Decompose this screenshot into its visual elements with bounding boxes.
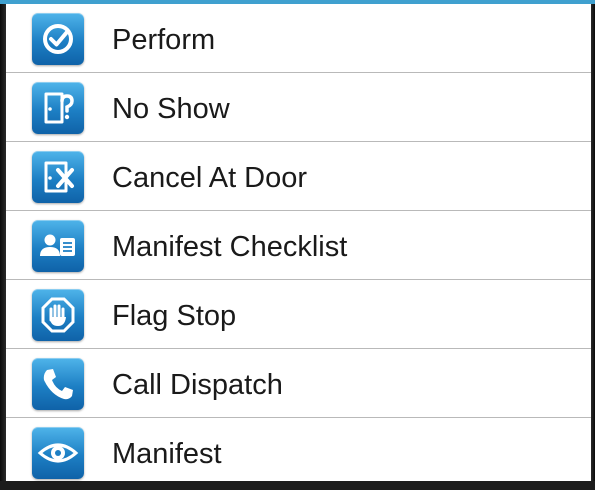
- menu-item-label: Perform: [112, 24, 216, 56]
- menu-item-no-show[interactable]: No Show: [6, 73, 591, 142]
- eye-icon: [32, 427, 84, 479]
- door-question-icon: [32, 82, 84, 134]
- right-edge: [591, 4, 595, 481]
- door-x-icon: [32, 151, 84, 203]
- menu-item-perform[interactable]: Perform: [6, 4, 591, 73]
- menu-item-manifest-checklist[interactable]: Manifest Checklist: [6, 211, 591, 280]
- menu-item-manifest[interactable]: Manifest: [6, 418, 591, 487]
- menu-item-call-dispatch[interactable]: Call Dispatch: [6, 349, 591, 418]
- menu-item-label: Manifest Checklist: [112, 231, 348, 263]
- phone-icon: [32, 358, 84, 410]
- menu-item-label: Cancel At Door: [112, 162, 308, 194]
- menu-item-label: No Show: [112, 93, 230, 125]
- stop-hand-icon: [32, 289, 84, 341]
- menu-item-label: Flag Stop: [112, 300, 237, 332]
- menu-item-label: Manifest: [112, 438, 222, 470]
- menu-item-label: Call Dispatch: [112, 369, 283, 401]
- menu-item-flag-stop[interactable]: Flag Stop: [6, 280, 591, 349]
- menu-item-cancel-at-door[interactable]: Cancel At Door: [6, 142, 591, 211]
- action-menu: Perform No Show Cancel At Door Manifest …: [6, 4, 591, 481]
- person-list-icon: [32, 220, 84, 272]
- check-circle-icon: [32, 13, 84, 65]
